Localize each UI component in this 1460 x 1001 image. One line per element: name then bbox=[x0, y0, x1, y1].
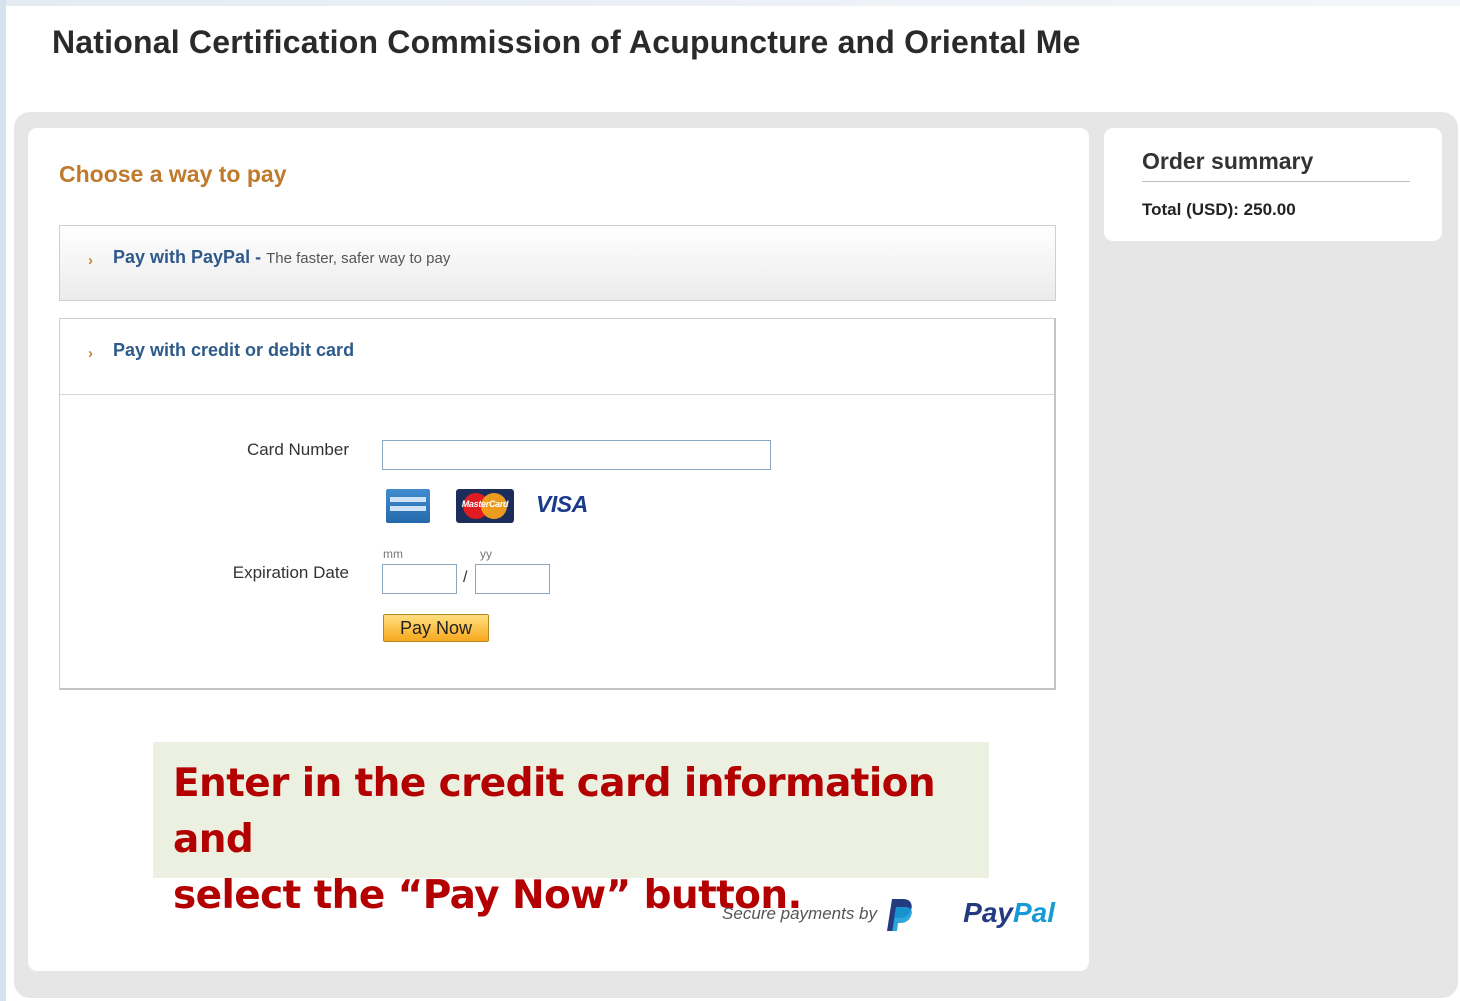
chevron-right-icon: › bbox=[88, 345, 93, 362]
window-frame-left bbox=[0, 0, 6, 1001]
choose-payment-heading: Choose a way to pay bbox=[59, 161, 287, 187]
paypal-option-label[interactable]: Pay with PayPal - The faster, safer way … bbox=[113, 247, 450, 268]
date-separator: / bbox=[463, 569, 468, 586]
expiration-year-input[interactable] bbox=[475, 564, 550, 594]
paypal-tagline: The faster, safer way to pay bbox=[266, 250, 451, 267]
order-summary-panel: Order summary Total (USD): 250.00 bbox=[1104, 128, 1442, 241]
paypal-wordmark: PayPal bbox=[963, 897, 1055, 928]
order-total: Total (USD): 250.00 bbox=[1142, 200, 1296, 219]
card-number-input[interactable] bbox=[382, 440, 771, 470]
instruction-line-2: select the “Pay Now” button. bbox=[173, 873, 802, 918]
chevron-right-icon: › bbox=[88, 252, 93, 269]
paypal-p-icon bbox=[887, 899, 912, 931]
window-frame-top bbox=[0, 0, 1460, 6]
card-option-header[interactable]: › Pay with credit or debit card bbox=[60, 319, 1054, 395]
instruction-callout: Enter in the credit card information and… bbox=[153, 742, 989, 918]
paypal-option-separator: - bbox=[250, 247, 267, 267]
year-hint: yy bbox=[480, 547, 492, 561]
page-title: National Certification Commission of Acu… bbox=[52, 24, 1081, 60]
instruction-line-1: Enter in the credit card information and bbox=[173, 761, 936, 862]
visa-logo-icon: VISA bbox=[536, 491, 588, 517]
card-number-label: Card Number bbox=[246, 440, 349, 459]
month-hint: mm bbox=[383, 547, 403, 561]
card-option-label[interactable]: Pay with credit or debit card bbox=[113, 340, 354, 361]
card-option: › Pay with credit or debit card Card Num… bbox=[59, 318, 1056, 690]
mastercard-logo-text: MasterCard bbox=[461, 499, 509, 509]
paypal-option-header[interactable]: › Pay with PayPal - The faster, safer wa… bbox=[60, 226, 1055, 301]
order-summary-title: Order summary bbox=[1142, 148, 1410, 182]
pay-now-button[interactable]: Pay Now bbox=[383, 614, 489, 642]
amex-logo-icon bbox=[386, 489, 430, 523]
expiration-date-label: Expiration Date bbox=[232, 563, 349, 582]
expiration-month-input[interactable] bbox=[382, 564, 457, 594]
payment-panel: Choose a way to pay › Pay with PayPal - … bbox=[28, 128, 1089, 971]
secure-payments-text: Secure payments by bbox=[722, 904, 877, 923]
mastercard-logo-icon: MasterCard bbox=[456, 489, 514, 523]
paypal-option[interactable]: › Pay with PayPal - The faster, safer wa… bbox=[59, 225, 1056, 301]
instruction-text: Enter in the credit card information and… bbox=[173, 756, 969, 924]
